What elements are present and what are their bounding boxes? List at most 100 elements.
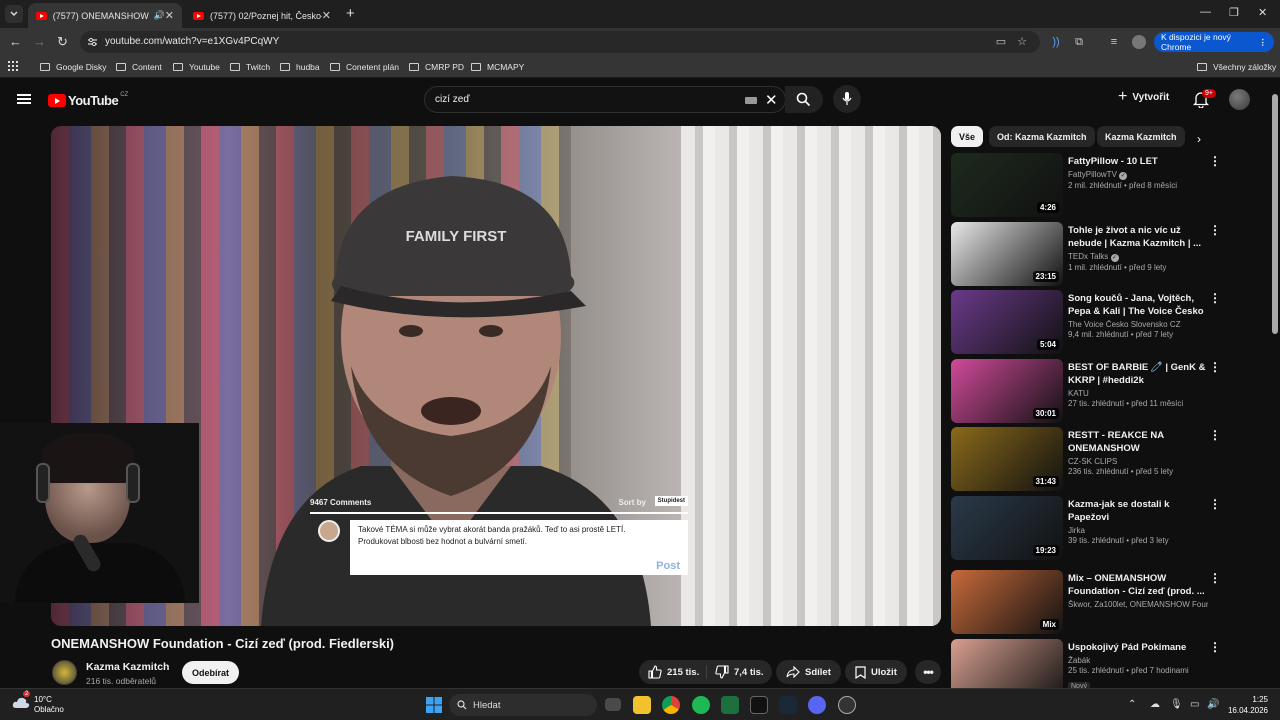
- channel-name[interactable]: TEDx Talks ✓: [1068, 252, 1208, 262]
- reading-list-icon[interactable]: ≡: [1108, 36, 1120, 48]
- channel-avatar[interactable]: [52, 660, 77, 685]
- search-button[interactable]: [785, 86, 823, 113]
- more-options-icon[interactable]: ⋮: [1209, 224, 1221, 236]
- discord-icon[interactable]: [808, 696, 826, 714]
- apps-grid-icon[interactable]: [8, 61, 18, 71]
- more-options-icon[interactable]: ⋮: [1209, 498, 1221, 510]
- video-thumbnail[interactable]: 19:23: [951, 496, 1063, 560]
- task-view-icon[interactable]: [605, 698, 621, 711]
- browser-tab-1[interactable]: (7577) ONEMANSHOW Foundation 🔊 ✕: [28, 3, 182, 28]
- close-window-icon[interactable]: ✕: [1258, 6, 1267, 19]
- chrome-icon[interactable]: [662, 696, 680, 714]
- share-button[interactable]: Sdílet: [776, 660, 841, 684]
- bookmark-folder[interactable]: Google Disky: [40, 62, 107, 72]
- video-title[interactable]: FattyPillow - 10 LET: [1068, 155, 1208, 168]
- windows-start-icon[interactable]: [426, 697, 442, 713]
- bookmark-folder[interactable]: Content: [116, 62, 162, 72]
- onedrive-icon[interactable]: ☁: [1150, 699, 1160, 710]
- bookmark-star-icon[interactable]: ☆: [1016, 36, 1028, 48]
- recommendation-item[interactable]: 19:23 Kazma-jak se dostali k Papežovi Jirk…: [951, 496, 1261, 560]
- youtube-logo[interactable]: YouTube CZ: [48, 92, 128, 108]
- more-options-icon[interactable]: ⋮: [1209, 155, 1221, 167]
- video-thumbnail[interactable]: 23:15: [951, 222, 1063, 286]
- channel-name[interactable]: FattyPillowTV ✓: [1068, 170, 1208, 180]
- video-thumbnail[interactable]: Mix: [951, 570, 1063, 634]
- excel-icon[interactable]: [721, 696, 739, 714]
- chip-all[interactable]: Vše: [951, 126, 984, 147]
- video-title[interactable]: Uspokojivý Pád Pokimane: [1068, 641, 1208, 654]
- more-options-icon[interactable]: ⋮: [1209, 429, 1221, 441]
- subscribe-button[interactable]: Odebírat: [182, 661, 239, 684]
- more-actions-button[interactable]: •••: [915, 660, 941, 684]
- site-settings-icon[interactable]: [87, 37, 98, 47]
- file-explorer-icon[interactable]: [633, 696, 651, 714]
- video-thumbnail[interactable]: 4:26: [951, 153, 1063, 217]
- recommendation-item[interactable]: 5:04 Song koučů - Jana, Vojtěch, Pepa & K…: [951, 290, 1261, 354]
- dislike-button[interactable]: 7,4 tis.: [715, 660, 764, 684]
- weather-widget[interactable]: 2 10°C Oblačno: [12, 691, 64, 714]
- taskbar-search[interactable]: Hledat: [449, 694, 597, 716]
- bookmark-folder[interactable]: CMRP PD: [409, 62, 464, 72]
- create-button[interactable]: + Vytvořit: [1118, 89, 1169, 105]
- bookmark-folder[interactable]: MCMAPY: [471, 62, 524, 72]
- video-thumbnail[interactable]: 31:43: [951, 427, 1063, 491]
- video-title[interactable]: Kazma-jak se dostali k Papežovi: [1068, 498, 1208, 524]
- video-thumbnail[interactable]: 5:04: [951, 290, 1063, 354]
- save-button[interactable]: Uložit: [845, 660, 907, 684]
- channel-name[interactable]: The Voice Česko Slovensko CZ: [1068, 320, 1208, 329]
- recommendation-item[interactable]: 4:26 FattyPillow - 10 LET FattyPillowTV ✓ 2…: [951, 153, 1261, 217]
- voice-search-button[interactable]: [833, 85, 861, 113]
- forward-icon[interactable]: →: [33, 35, 46, 48]
- account-avatar[interactable]: [1229, 89, 1250, 110]
- system-clock[interactable]: 1:25 16.04.2026: [1224, 694, 1268, 716]
- tray-overflow-icon[interactable]: ⌃: [1128, 699, 1136, 710]
- recommendation-item[interactable]: Mix Mix – ONEMANSHOW Foundation - Cizí ze…: [951, 570, 1261, 634]
- bookmark-folder[interactable]: hudba: [280, 62, 320, 72]
- channel-name[interactable]: KATU: [1068, 389, 1208, 398]
- video-title[interactable]: Mix – ONEMANSHOW Foundation - Cizí zeď (…: [1068, 572, 1208, 598]
- video-thumbnail[interactable]: 30:01: [951, 359, 1063, 423]
- channel-name[interactable]: Kazma Kazmitch: [86, 661, 169, 673]
- recommendation-item[interactable]: 23:15 Tohle je život a nic víc už nebude …: [951, 222, 1261, 286]
- video-title[interactable]: BEST OF BARBIE 🧷 | GenK & KKRP | #heddi2…: [1068, 361, 1208, 387]
- epic-games-icon[interactable]: [750, 696, 768, 714]
- search-input[interactable]: cizí zeď ✕: [424, 86, 786, 113]
- update-chrome-button[interactable]: K dispozici je nový Chrome ⋮: [1154, 32, 1274, 52]
- scrollbar-thumb[interactable]: [1272, 94, 1278, 334]
- cast-icon[interactable]: ▭: [995, 36, 1007, 48]
- obs-icon[interactable]: [838, 696, 856, 714]
- network-icon[interactable]: ▭: [1190, 699, 1199, 710]
- restore-icon[interactable]: ❐: [1229, 6, 1239, 19]
- channel-name[interactable]: Žabák: [1068, 656, 1208, 665]
- close-tab-icon[interactable]: ✕: [165, 9, 174, 22]
- channel-name[interactable]: Škwor, Za100let, ONEMANSHOW Found...: [1068, 600, 1208, 609]
- video-title[interactable]: RESTT - REAKCE NA ONEMANSHOW: [1068, 429, 1208, 455]
- menu-icon[interactable]: [17, 94, 31, 104]
- mic-tray-icon[interactable]: 🎙: [1170, 699, 1183, 710]
- bookmark-folder[interactable]: Twitch: [230, 62, 270, 72]
- bookmark-folder[interactable]: Conetent plán: [330, 62, 399, 72]
- clear-search-icon[interactable]: ✕: [765, 91, 778, 109]
- recommendation-item[interactable]: 31:43 RESTT - REAKCE NA ONEMANSHOW CZ-SK C…: [951, 427, 1261, 491]
- tab-search-button[interactable]: [5, 5, 23, 23]
- chevron-right-icon[interactable]: ›: [1197, 132, 1201, 146]
- spotify-icon[interactable]: [692, 696, 710, 714]
- extensions-puzzle-icon[interactable]: ⧉: [1073, 36, 1085, 48]
- speaker-icon[interactable]: 🔊: [154, 10, 165, 21]
- minimize-icon[interactable]: —: [1200, 6, 1211, 18]
- video-title[interactable]: Song koučů - Jana, Vojtěch, Pepa & Kali …: [1068, 292, 1208, 318]
- new-tab-button[interactable]: +: [346, 5, 355, 22]
- close-tab-icon[interactable]: ✕: [322, 9, 331, 22]
- bookmark-folder[interactable]: Youtube: [173, 62, 220, 72]
- page-scrollbar[interactable]: [1272, 86, 1278, 686]
- chip-channel[interactable]: Kazma Kazmitch: [1097, 126, 1185, 147]
- video-title[interactable]: Tohle je život a nic víc už nebude | Kaz…: [1068, 224, 1208, 250]
- profile-avatar-icon[interactable]: [1132, 35, 1146, 49]
- more-options-icon[interactable]: ⋮: [1209, 572, 1221, 584]
- steam-icon[interactable]: [779, 696, 797, 714]
- more-options-icon[interactable]: ⋮: [1209, 641, 1221, 653]
- recommendation-item[interactable]: 30:01 BEST OF BARBIE 🧷 | GenK & KKRP | #h…: [951, 359, 1261, 423]
- volume-icon[interactable]: 🔊: [1207, 699, 1219, 710]
- reload-icon[interactable]: ↻: [57, 35, 68, 48]
- keyboard-icon[interactable]: [745, 97, 757, 104]
